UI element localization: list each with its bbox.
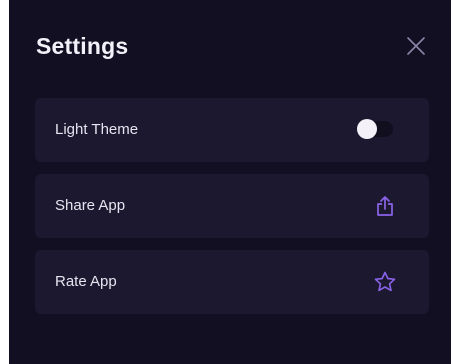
- rate-app-row[interactable]: Rate App: [35, 250, 429, 314]
- settings-panel: Settings Light Theme Share App Rate App: [9, 0, 451, 364]
- toggle-knob: [357, 119, 377, 139]
- light-theme-label: Light Theme: [55, 121, 139, 138]
- star-icon[interactable]: [373, 270, 397, 294]
- share-icon[interactable]: [373, 194, 397, 218]
- page-title: Settings: [36, 33, 129, 59]
- rate-app-label: Rate App: [55, 273, 117, 290]
- share-app-row[interactable]: Share App: [35, 174, 429, 238]
- share-app-label: Share App: [55, 197, 126, 214]
- close-button[interactable]: [404, 34, 428, 58]
- close-icon: [407, 37, 425, 55]
- light-theme-toggle[interactable]: [357, 119, 393, 139]
- light-theme-row[interactable]: Light Theme: [35, 98, 429, 162]
